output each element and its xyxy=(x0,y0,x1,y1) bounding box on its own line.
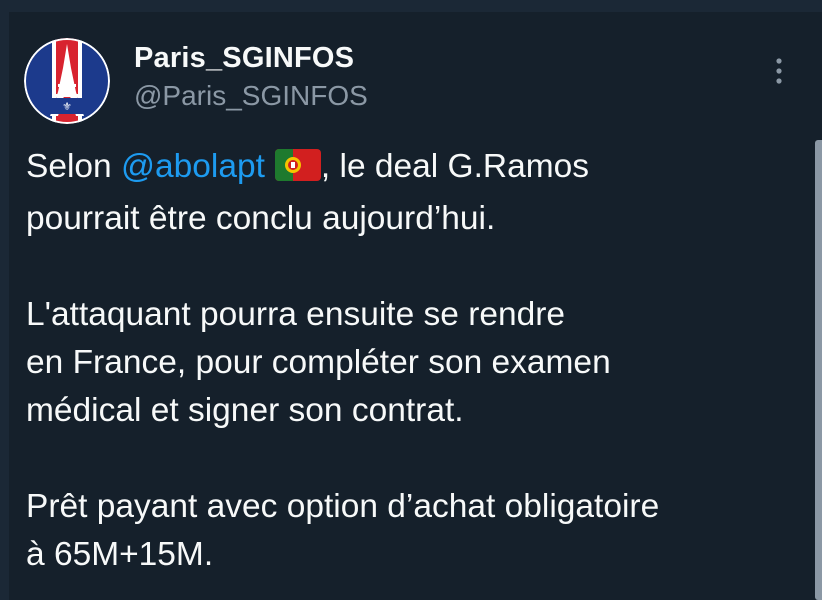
scrollbar[interactable] xyxy=(815,140,822,600)
more-options-button[interactable] xyxy=(764,56,794,86)
tweet-text-segment: , le deal G.Ramos xyxy=(320,148,590,185)
mention-link[interactable]: @abolapt xyxy=(121,148,265,185)
tweet-text-segment: médical et signer son contrat. xyxy=(26,392,464,429)
avatar[interactable]: ⚜ xyxy=(24,38,110,124)
portugal-flag-icon xyxy=(274,147,321,195)
tweet-text-segment: Prêt payant avec option d’achat obligato… xyxy=(26,488,660,525)
author-display-name[interactable]: Paris_SGINFOS xyxy=(134,42,354,75)
svg-text:⚜: ⚜ xyxy=(62,100,72,113)
tweet-card: ⚜ Paris_SGINFOS @Paris_SGINFOS Selon @ab… xyxy=(0,0,822,600)
tweet-text-segment: L'attaquant pourra ensuite se rendre xyxy=(26,296,566,333)
psg-crest-icon: ⚜ xyxy=(24,38,110,124)
top-divider xyxy=(0,0,822,12)
tweet-text-segment: pourrait être conclu aujourd’hui. xyxy=(26,200,496,237)
more-vertical-icon xyxy=(776,58,782,84)
tweet-text-segment: à 65M+15M. xyxy=(26,536,214,573)
left-divider xyxy=(0,0,9,600)
tweet-paragraph-1: Selon @abolapt , le deal G.Ramos pourrait … xyxy=(26,143,786,243)
tweet-text: Selon @abolapt , le deal G.Ramos pourrait … xyxy=(26,143,786,579)
tweet-text-segment: Selon xyxy=(26,148,121,185)
tweet-paragraph-3: Prêt payant avec option d’achat obligato… xyxy=(26,483,786,579)
tweet-text-segment: en France, pour compléter son examen xyxy=(26,344,611,381)
tweet-paragraph-2: L'attaquant pourra ensuite se rendre en F… xyxy=(26,291,786,435)
author-handle[interactable]: @Paris_SGINFOS xyxy=(134,80,368,112)
